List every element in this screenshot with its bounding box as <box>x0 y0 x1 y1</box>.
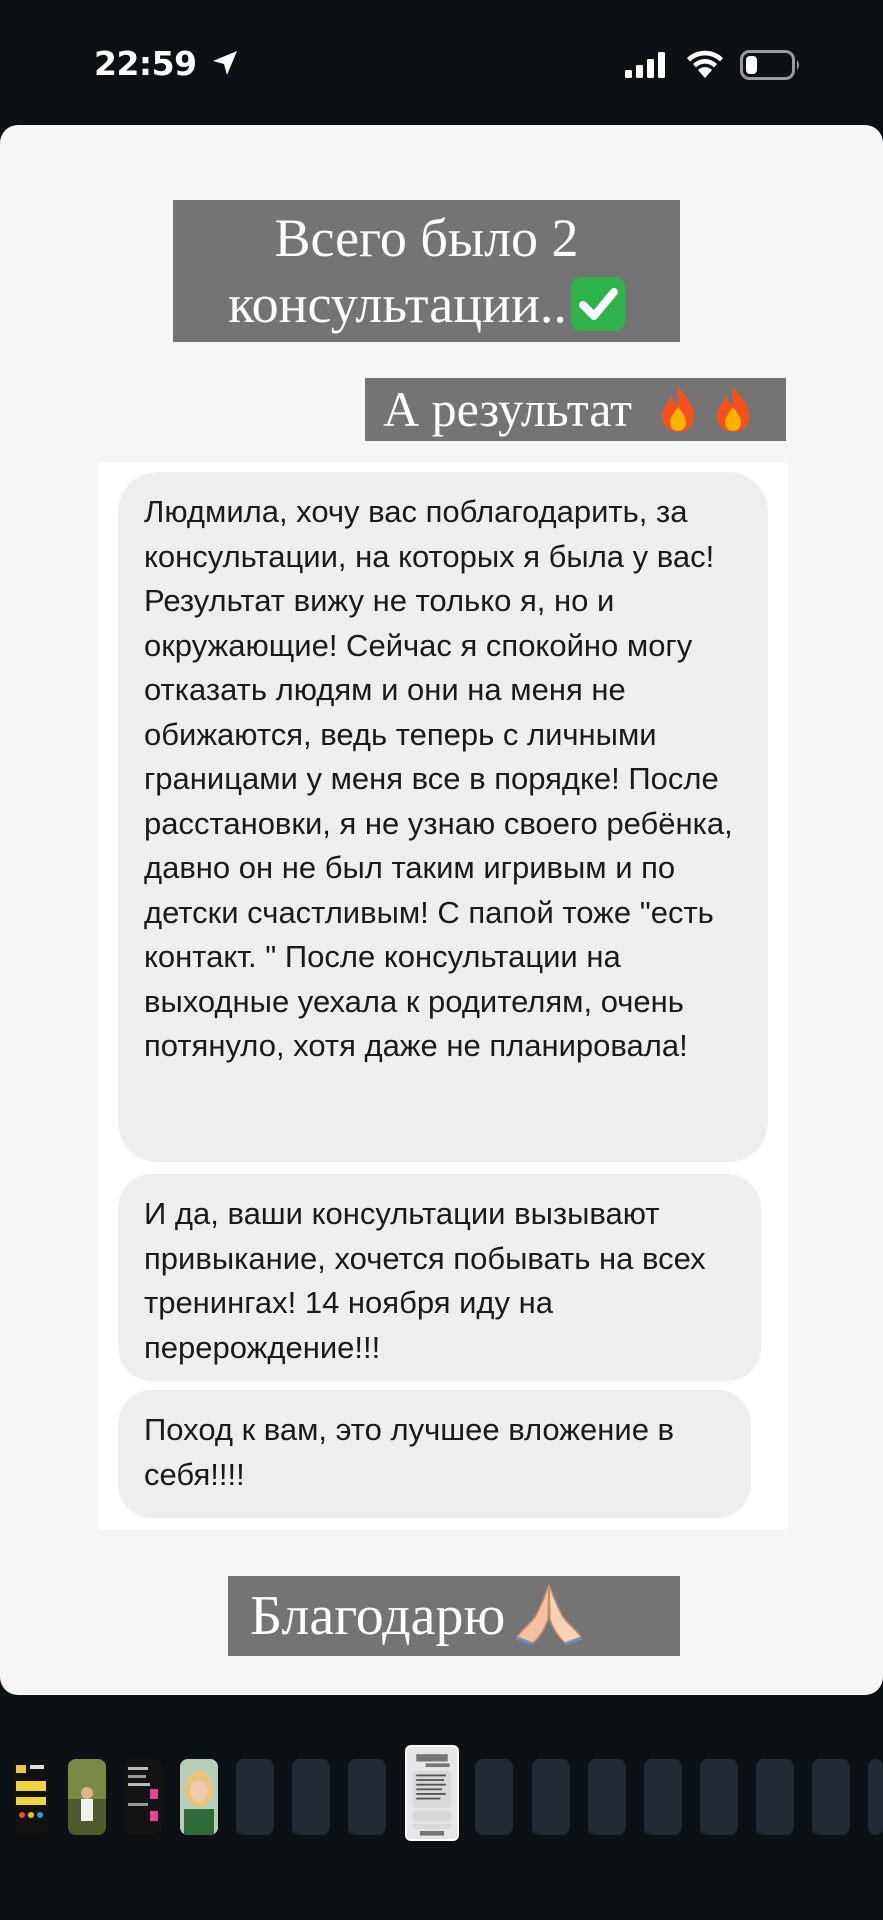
story-title: Всего было 2 консультации.. <box>173 200 680 342</box>
status-bar: 22:59 <box>0 0 883 125</box>
story-title-line-2: консультации.. <box>228 274 567 334</box>
result-label-box: А результат <box>365 378 786 441</box>
story-thumbnail[interactable] <box>236 1759 274 1835</box>
story-thumbnail[interactable] <box>868 1759 883 1835</box>
story-thumbnail[interactable] <box>812 1759 850 1835</box>
fire-emoji-icon <box>662 386 695 432</box>
message-bubble: Людмила, хочу вас поблагодарить, за конс… <box>118 472 768 1162</box>
story-title-line-2-wrap: консультации.. <box>173 271 680 337</box>
story-thumbnail[interactable] <box>700 1759 738 1835</box>
story-thumbnail[interactable] <box>348 1759 386 1835</box>
story-title-line-1: Всего было 2 <box>274 208 579 268</box>
location-arrow-icon <box>213 51 237 75</box>
message-bubble: И да, ваши консультации вызывают привыка… <box>118 1174 761 1381</box>
story-thumbnail[interactable] <box>292 1759 330 1835</box>
thanks-label: Благодарю <box>250 1585 506 1647</box>
story-thumbnail[interactable] <box>124 1759 162 1835</box>
story-thumbnail[interactable] <box>68 1759 106 1835</box>
story-card: Всего было 2 консультации.. А результат … <box>0 125 883 1695</box>
battery-icon <box>740 50 799 80</box>
story-thumbnail[interactable] <box>180 1759 218 1835</box>
chat-screenshot: Людмила, хочу вас поблагодарить, за конс… <box>98 462 788 1530</box>
story-thumbnail[interactable] <box>644 1759 682 1835</box>
story-thumbnail[interactable] <box>475 1759 513 1835</box>
fire-emoji-icon <box>716 386 749 432</box>
wifi-icon <box>687 50 723 78</box>
thanks-label-box: Благодарю <box>228 1576 680 1656</box>
story-thumbnail[interactable] <box>12 1759 50 1835</box>
story-thumbnail[interactable] <box>756 1759 794 1835</box>
story-thumbnail-active[interactable] <box>405 1745 459 1841</box>
story-thumbnail-strip <box>0 1695 883 1920</box>
message-bubble: Поход к вам, это лучшее вложение в себя!… <box>118 1390 751 1518</box>
status-time: 22:59 <box>94 44 197 83</box>
check-mark-emoji-icon <box>570 276 625 331</box>
story-thumbnail[interactable] <box>532 1759 570 1835</box>
cellular-signal-icon <box>625 52 665 78</box>
folded-hands-emoji-icon <box>515 1584 584 1646</box>
result-label: А результат <box>383 381 632 437</box>
story-thumbnail[interactable] <box>588 1759 626 1835</box>
